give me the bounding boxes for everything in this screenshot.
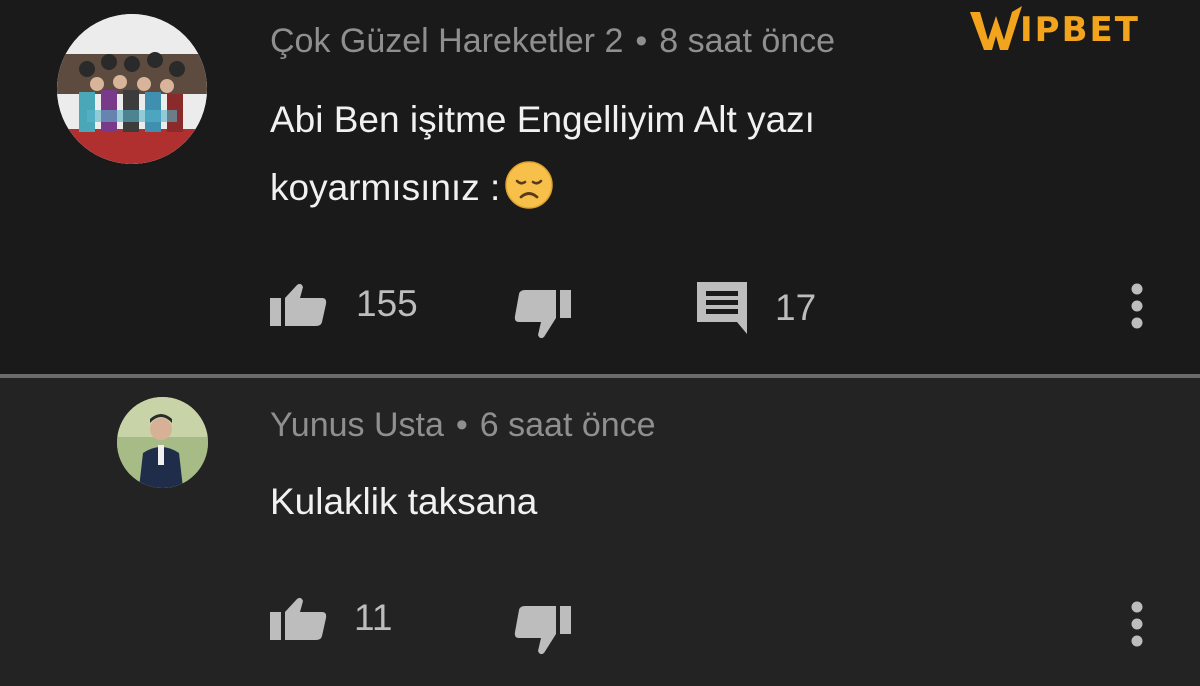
avatar[interactable] [57,14,207,164]
comment-line: Kulaklik taksana [270,481,538,522]
comment-line: Abi Ben işitme Engelliyim Alt yazı [270,99,815,140]
author-name[interactable]: Çok Güzel Hareketler 2 [270,22,623,60]
more-options-button[interactable] [1130,283,1144,329]
comment-text: Kulaklik taksana [270,468,970,536]
brand-text: IPBET [1020,10,1140,50]
avatar[interactable] [117,397,208,488]
separator-dot: • [455,406,468,444]
author-name[interactable]: Yunus Usta [270,406,444,444]
like-button[interactable]: 155 [270,282,418,326]
comment-text: Abi Ben işitme Engelliyim Alt yazı koyar… [270,86,970,222]
comment-1: Çok Güzel Hareketler 2 • 8 saat önce Abi B… [0,0,1200,374]
comment-line: koyarmısınız : [270,167,501,208]
dislike-button[interactable] [513,290,571,340]
more-options-button[interactable] [1130,601,1144,647]
comment-meta: Çok Güzel Hareketler 2 • 8 saat önce [270,22,835,61]
timestamp[interactable]: 8 saat önce [659,22,835,60]
thumbs-up-icon [270,596,328,640]
reply-button[interactable]: 17 [697,282,816,334]
comment-line-with-emoji: koyarmısınız : [270,154,970,222]
wipbet-logo: IPBET [968,6,1164,54]
reply-count: 17 [775,287,817,328]
thumbs-down-icon [513,290,571,340]
like-count: 11 [354,597,393,638]
disappointed-face-icon [504,160,554,210]
thumbs-up-icon [270,282,328,326]
timestamp[interactable]: 6 saat önce [480,406,656,444]
dislike-button[interactable] [513,606,571,656]
like-button[interactable]: 11 [270,596,392,640]
comment-meta: Yunus Usta • 6 saat önce [270,406,656,445]
wipbet-w-mark-icon [970,6,1022,50]
like-count: 155 [356,283,418,324]
separator-dot: • [635,22,648,60]
comment-icon [697,282,747,334]
more-vertical-icon [1130,283,1144,329]
more-vertical-icon [1130,601,1144,647]
thumbs-down-icon [513,606,571,656]
